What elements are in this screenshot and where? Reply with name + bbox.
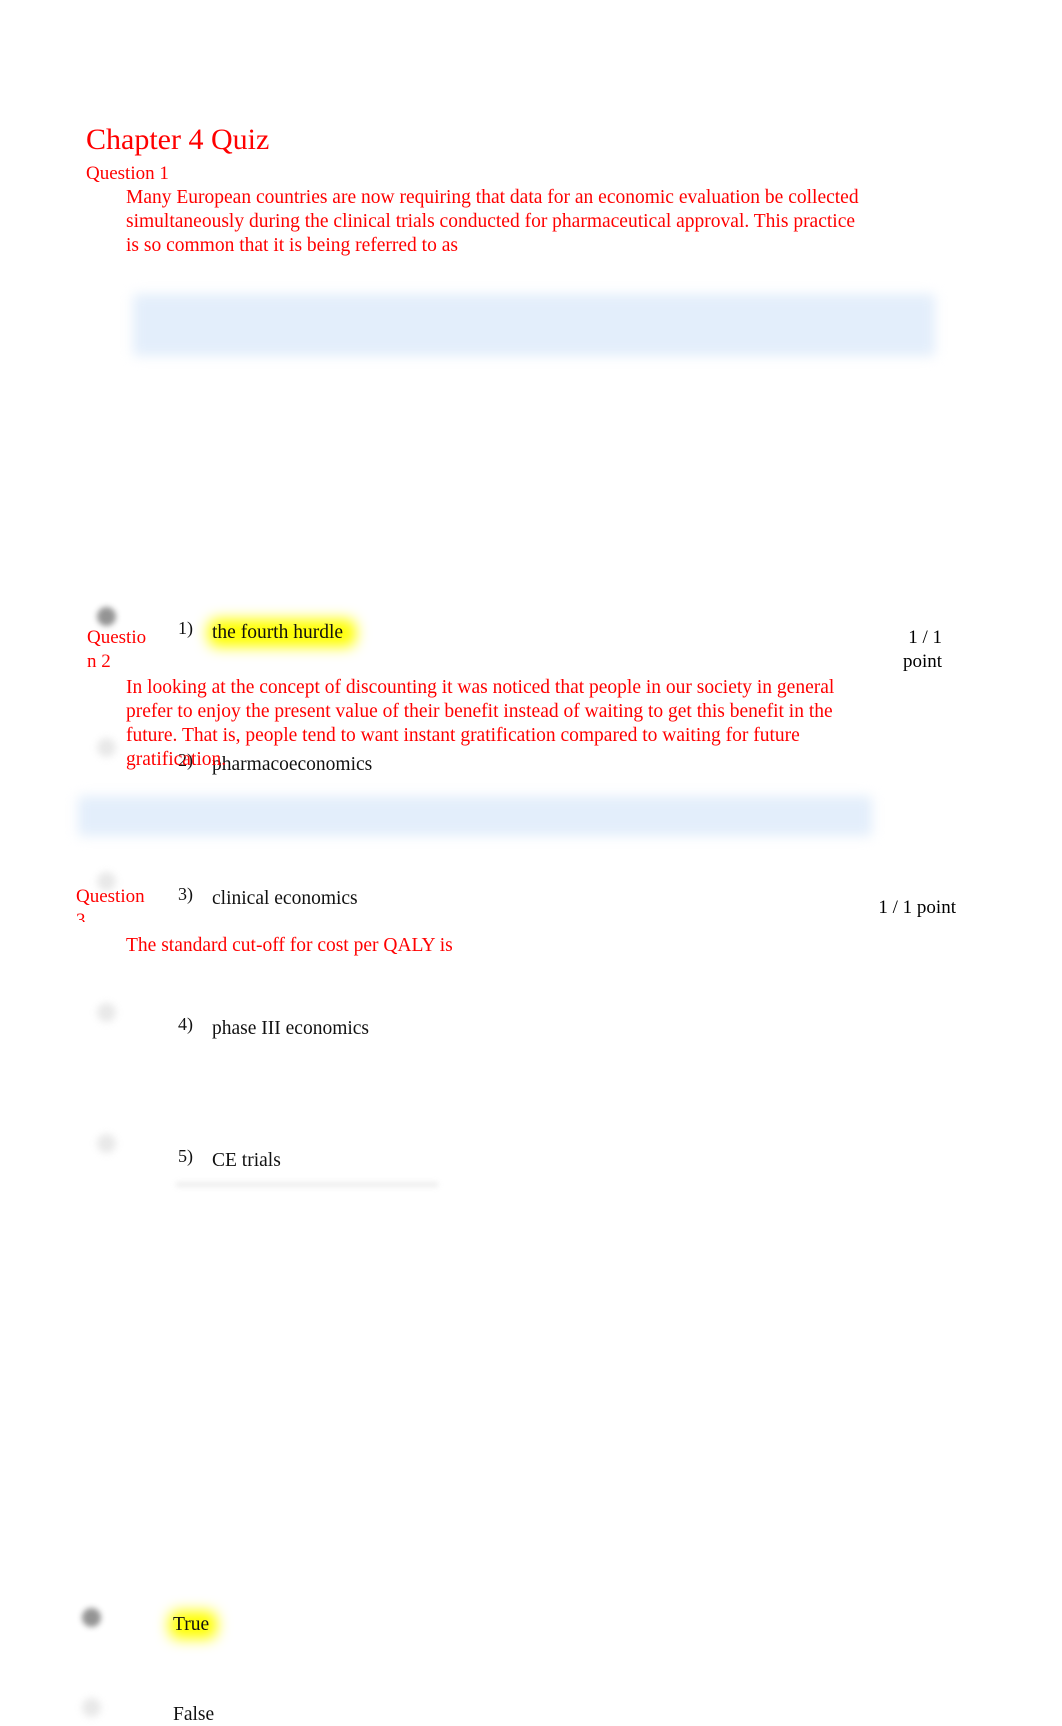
radio-button-option-4[interactable] xyxy=(97,1003,116,1022)
option-1-selection-band xyxy=(133,294,935,356)
question-1-prompt-line-3: is so common that it is being referred t… xyxy=(126,235,458,256)
page-divider xyxy=(176,1183,438,1186)
option-true-label: True xyxy=(173,1614,210,1635)
question-3-points: 1 / 1 point xyxy=(878,897,956,918)
question-2-points-line-2: point xyxy=(902,651,942,672)
question-1-option-4[interactable]: 4) phase III economics xyxy=(0,506,960,1039)
option-true-selection-band xyxy=(78,796,872,836)
option-1-label: the fourth hurdle xyxy=(212,622,344,643)
question-2-prompt-line-4: gratification. xyxy=(126,749,227,770)
question-2-label-line-2: n 2 xyxy=(87,651,111,672)
question-2-prompt-line-1: In looking at the concept of discounting… xyxy=(126,677,835,698)
question-2-option-false[interactable]: False xyxy=(0,850,900,1725)
question-1-prompt-line-2: simultaneously during the clinical trial… xyxy=(126,211,856,232)
option-5-number: 5) xyxy=(178,1146,193,1166)
question-1-option-5[interactable]: 5) CE trials xyxy=(0,572,960,1171)
option-1-number: 1) xyxy=(178,618,193,638)
radio-button-option-5[interactable] xyxy=(97,1134,116,1153)
question-1-prompt-line-1: Many European countries are now requirin… xyxy=(126,187,859,208)
option-4-label: phase III economics xyxy=(212,1018,370,1039)
question-1-option-3[interactable]: 3) clinical economics xyxy=(0,441,960,909)
option-false-label: False xyxy=(173,1704,215,1725)
radio-button-option-false[interactable] xyxy=(82,1698,101,1717)
option-4-number: 4) xyxy=(178,1014,193,1034)
option-5-label: CE trials xyxy=(212,1150,281,1171)
option-3-number: 3) xyxy=(178,884,193,904)
radio-button-option-true[interactable] xyxy=(82,1608,101,1627)
question-3-label-line-1: Question xyxy=(76,886,145,907)
question-3-prompt-line-1: The standard cut-off for cost per QALY i… xyxy=(126,935,453,956)
question-1-option-2[interactable]: 2) pharmacoeconomics xyxy=(0,374,960,775)
radio-button-option-2[interactable] xyxy=(97,738,116,757)
option-3-label: clinical economics xyxy=(212,888,358,909)
quiz-page: Chapter 4 Quiz Question 1 Many European … xyxy=(0,0,1062,1725)
question-1-label: Question 1 xyxy=(86,163,169,184)
question-2-prompt-line-3: future. That is, people tend to want ins… xyxy=(126,725,800,746)
question-2-label-line-1: Questio xyxy=(87,627,147,648)
question-2-points-line-1: 1 / 1 xyxy=(908,627,942,648)
page-title: Chapter 4 Quiz xyxy=(86,123,270,156)
radio-button-option-1[interactable] xyxy=(97,607,116,626)
question-2-prompt-line-2: prefer to enjoy the present value of the… xyxy=(126,701,833,722)
question-3-label-line-2: 3 xyxy=(76,910,86,922)
